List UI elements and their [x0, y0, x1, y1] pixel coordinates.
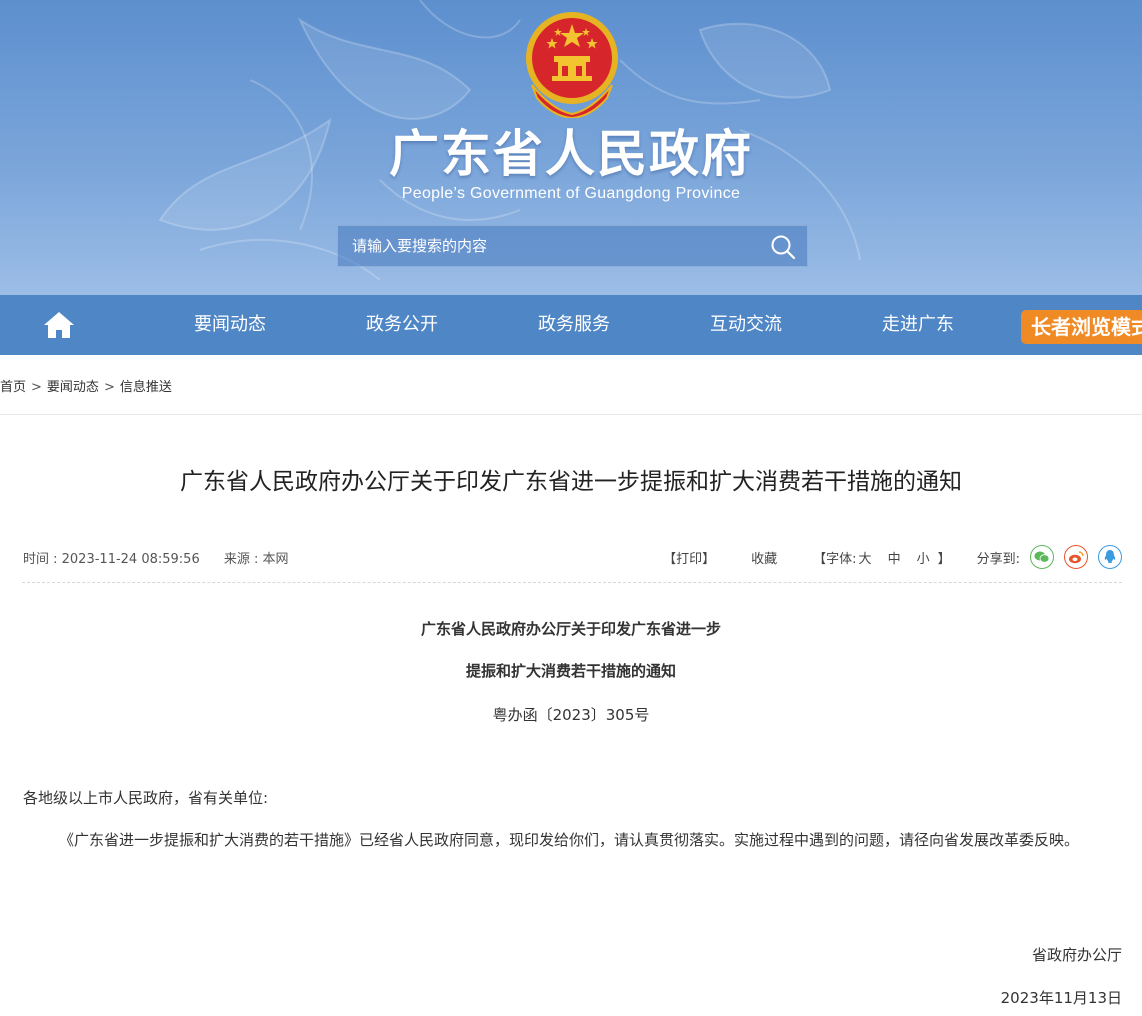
- font-size-medium[interactable]: 中: [888, 548, 901, 567]
- breadcrumb-home[interactable]: 首页: [0, 380, 26, 395]
- breadcrumb-news[interactable]: 要闻动态: [47, 380, 99, 395]
- qq-icon[interactable]: [1098, 545, 1122, 569]
- divider: [0, 414, 1142, 415]
- favorite-button[interactable]: 收藏: [751, 548, 777, 567]
- article-meta: 时间 : 2023-11-24 08:59:56 来源 : 本网: [23, 548, 309, 567]
- article-tools: 【打印】 收藏 【字体: 大 中 小 】 分享到:: [663, 544, 1122, 570]
- site-subtitle: People’s Government of Guangdong Provinc…: [401, 185, 741, 202]
- print-button[interactable]: 【打印】: [663, 548, 715, 567]
- font-size-large[interactable]: 大: [859, 548, 872, 567]
- search-input[interactable]: [338, 226, 758, 266]
- nav-item-services[interactable]: 政务服务: [504, 295, 644, 355]
- elder-mode-button[interactable]: 长者浏览模式: [1021, 310, 1142, 344]
- article-source: 来源 : 本网: [223, 552, 289, 567]
- wechat-icon[interactable]: [1030, 545, 1054, 569]
- nav-item-interaction[interactable]: 互动交流: [676, 295, 816, 355]
- share-label: 分享到:: [976, 551, 1020, 567]
- sign-date: 2023年11月13日: [1000, 989, 1122, 1007]
- nav-item-about-guangdong[interactable]: 走进广东: [848, 295, 988, 355]
- home-icon[interactable]: [40, 309, 78, 341]
- nav-item-government-affairs[interactable]: 政务公开: [332, 295, 472, 355]
- document-title-line-2: 提振和扩大消费若干措施的通知: [465, 662, 676, 680]
- search-icon[interactable]: [769, 233, 797, 261]
- header-banner: 广东省人民政府 People’s Government of Guangdong…: [0, 0, 1142, 295]
- site-title: 广东省人民政府: [389, 125, 753, 183]
- article-title: 广东省人民政府办公厅关于印发广东省进一步提振和扩大消费若干措施的通知: [180, 469, 962, 495]
- breadcrumb-info-push[interactable]: 信息推送: [120, 380, 172, 395]
- signer: 省政府办公厅: [1031, 946, 1122, 964]
- main-nav: 要闻动态 政务公开 政务服务 互动交流 走进广东: [0, 295, 1142, 355]
- font-size-small[interactable]: 小: [917, 548, 930, 567]
- document-number: 粤办函〔2023〕305号: [492, 706, 650, 724]
- nav-item-news[interactable]: 要闻动态: [160, 295, 300, 355]
- salutation: 各地级以上市人民政府，省有关单位:: [23, 789, 269, 807]
- font-size-label: 【字体:: [813, 551, 857, 567]
- national-emblem-icon: [526, 12, 618, 118]
- search-box: [337, 225, 808, 267]
- divider: [22, 582, 1122, 583]
- weibo-icon[interactable]: [1064, 545, 1088, 569]
- document-title-line-1: 广东省人民政府办公厅关于印发广东省进一步: [420, 620, 721, 638]
- publish-time: 时间 : 2023-11-24 08:59:56: [23, 552, 200, 567]
- breadcrumb: 首页 > 要闻动态 > 信息推送: [0, 380, 172, 395]
- font-size-end: 】: [937, 551, 951, 567]
- body-paragraph: 《广东省进一步提振和扩大消费的若干措施》已经省人民政府同意，现印发给你们，请认真…: [59, 831, 1080, 849]
